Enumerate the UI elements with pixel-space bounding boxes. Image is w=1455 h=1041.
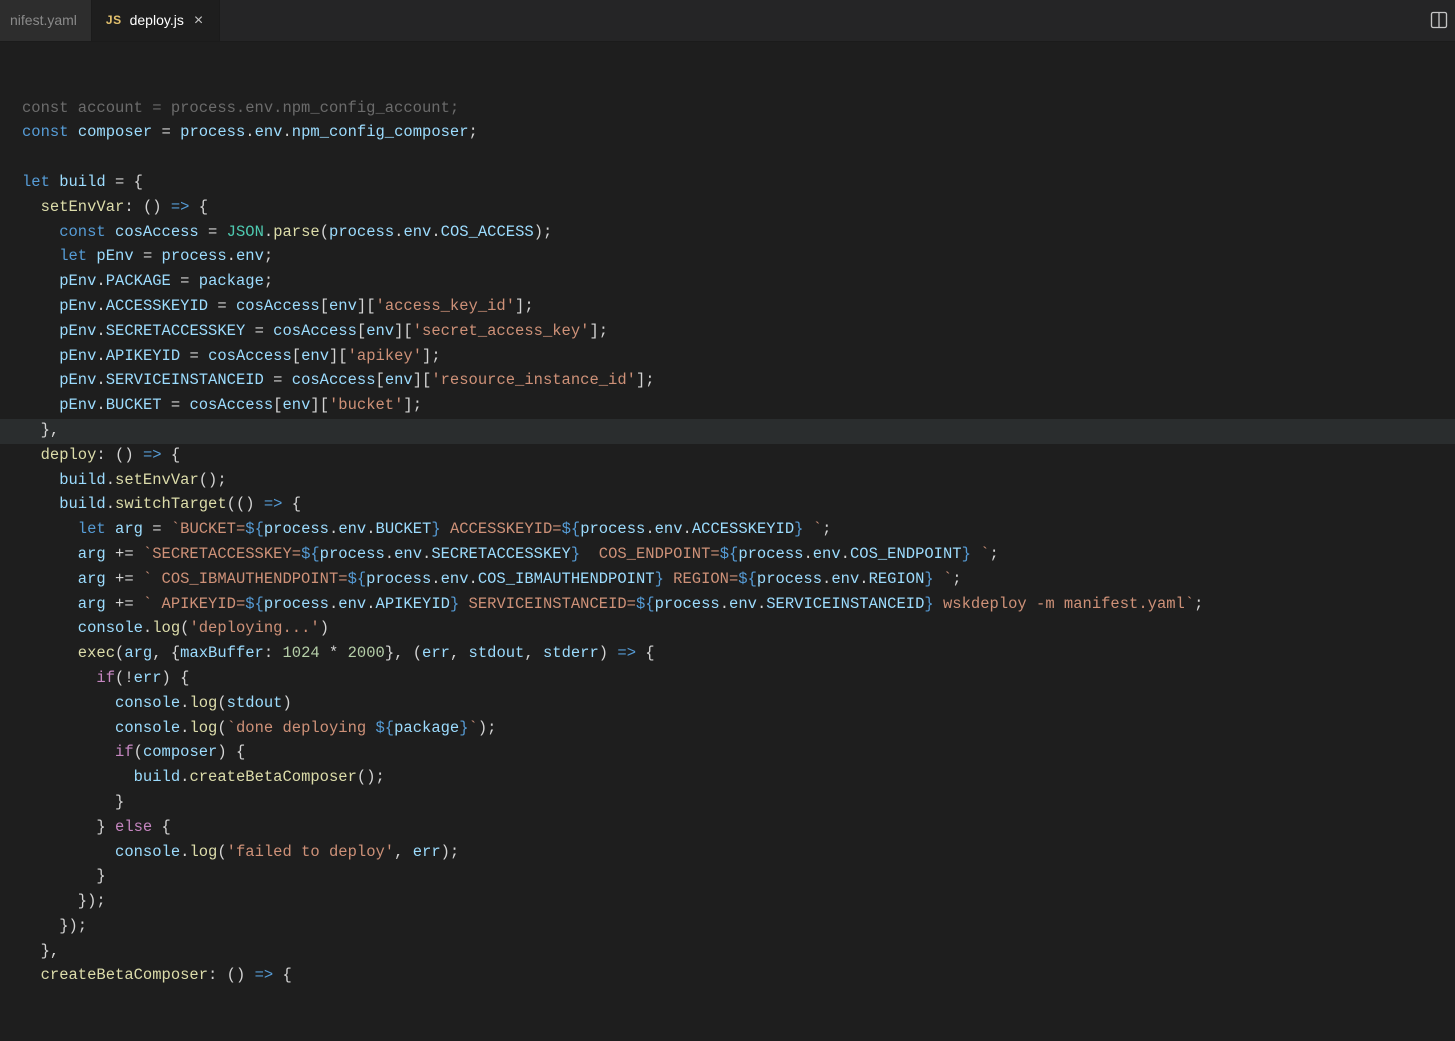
tab-deploy[interactable]: JS deploy.js ×	[92, 0, 220, 41]
tab-manifest[interactable]: nifest.yaml	[0, 0, 92, 41]
tab-bar: nifest.yaml JS deploy.js ×	[0, 0, 1455, 42]
tab-label: deploy.js	[130, 8, 184, 33]
split-editor-icon[interactable]	[1429, 10, 1449, 39]
js-file-icon: JS	[106, 8, 122, 33]
close-icon[interactable]: ×	[192, 13, 205, 29]
tab-label: nifest.yaml	[10, 8, 77, 33]
code-editor[interactable]: const account = process.env.npm_config_a…	[0, 42, 1455, 1013]
code-content: const account = process.env.npm_config_a…	[22, 96, 1455, 989]
